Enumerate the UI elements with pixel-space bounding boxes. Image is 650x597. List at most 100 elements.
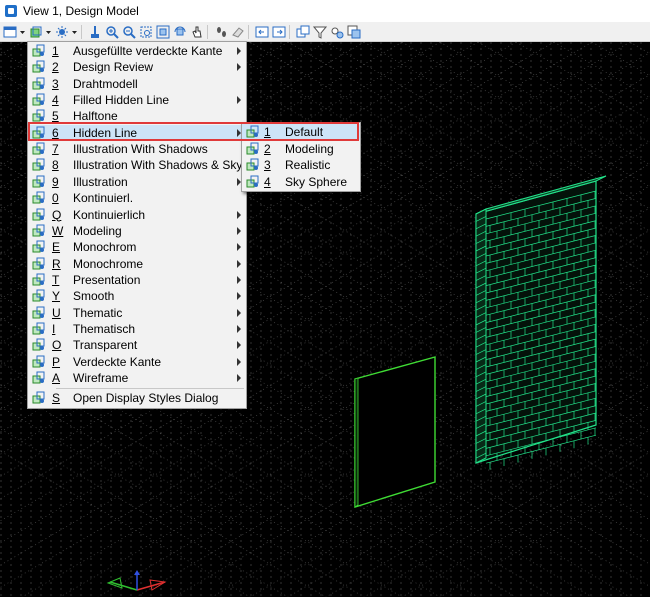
menu-item-accelerator: R xyxy=(52,256,61,271)
menu-item-accelerator: O xyxy=(52,338,62,353)
display-style-icon xyxy=(246,142,260,156)
menu-item-label: Ausgefüllte verdeckte Kante xyxy=(73,44,223,58)
pan-icon[interactable] xyxy=(189,25,204,39)
camera-icon[interactable] xyxy=(329,25,344,39)
presentation-icon[interactable] xyxy=(346,25,361,39)
menu-item-ausgef-llte-verdeckte-kante[interactable]: 1 Ausgefüllte verdeckte Kante xyxy=(28,43,246,59)
menu-item-kontinuierl[interactable]: 0 Kontinuierl. xyxy=(28,190,246,206)
display-style-icon xyxy=(32,273,46,287)
rotate-view-icon[interactable] xyxy=(172,25,187,39)
menu-item-label: Presentation xyxy=(73,272,141,287)
menu-item-accelerator: 4 xyxy=(52,93,59,108)
menu-item-thematisch[interactable]: I Thematisch xyxy=(28,321,246,337)
menu-item-label: Realistic xyxy=(285,158,331,172)
submenu-item-realistic[interactable]: 3 Realistic xyxy=(242,157,360,173)
copy-view-icon[interactable] xyxy=(295,25,310,39)
menu-item-label: Kontinuierl. xyxy=(73,191,134,206)
menu-item-accelerator: 2 xyxy=(264,141,271,156)
submenu-item-default[interactable]: 1 Default xyxy=(242,124,360,140)
update-icon[interactable] xyxy=(87,25,102,39)
display-style-icon xyxy=(32,93,46,107)
menu-item-label: Modeling xyxy=(285,141,334,156)
menu-item-label: Open Display Styles Dialog xyxy=(73,391,219,405)
dropdown-icon[interactable] xyxy=(19,25,26,39)
menu-item-thematic[interactable]: U Thematic xyxy=(28,305,246,321)
menu-item-accelerator: P xyxy=(52,354,61,369)
open-display-styles-dialog-item[interactable]: S Open Display Styles Dialog xyxy=(28,390,246,406)
submenu-arrow-icon xyxy=(237,243,241,252)
submenu-arrow-icon xyxy=(237,324,241,333)
menu-item-kontinuierlich[interactable]: Q Kontinuierlich xyxy=(28,207,246,223)
menu-item-label: Hidden Line xyxy=(73,125,138,140)
submenu-arrow-icon xyxy=(237,292,241,301)
display-style-icon xyxy=(32,60,46,74)
menu-item-transparent[interactable]: O Transparent xyxy=(28,337,246,353)
menu-item-accelerator: U xyxy=(52,305,61,320)
menu-item-illustration[interactable]: 9 Illustration xyxy=(28,174,246,190)
menu-item-label: Illustration With Shadows xyxy=(73,142,208,157)
menu-item-accelerator: 4 xyxy=(264,174,271,189)
menu-item-accelerator: I xyxy=(52,321,56,336)
display-style-icon xyxy=(32,109,46,123)
menu-item-monochrom[interactable]: E Monochrom xyxy=(28,239,246,255)
display-style-icon xyxy=(32,391,46,405)
submenu-arrow-icon xyxy=(237,357,241,366)
menu-item-label: Design Review xyxy=(73,60,154,75)
view-next-icon[interactable] xyxy=(271,25,286,39)
window-area-icon[interactable] xyxy=(138,25,153,39)
submenu-item-sky-sphere[interactable]: 4 Sky Sphere xyxy=(242,174,360,190)
hidden-line-submenu: 1 Default 2 Modeling 3 Realistic 4 Sky Sphere xyxy=(241,122,361,192)
menu-item-wireframe[interactable]: A Wireframe xyxy=(28,370,246,386)
menu-item-design-review[interactable]: 2 Design Review xyxy=(28,59,246,75)
zoom-out-icon[interactable] xyxy=(121,25,136,39)
view-toolbar xyxy=(0,22,650,42)
display-style-icon xyxy=(32,44,46,58)
menu-item-modeling[interactable]: W Modeling xyxy=(28,223,246,239)
menu-item-label: Wireframe xyxy=(73,371,129,385)
menu-item-illustration-with-shadows-sky[interactable]: 8 Illustration With Shadows & Sky xyxy=(28,157,246,173)
display-style-menu: 1 Ausgefüllte verdeckte Kante 2 Design Revi… xyxy=(27,41,247,409)
menu-item-filled-hidden-line[interactable]: 4 Filled Hidden Line xyxy=(28,92,246,108)
submenu-arrow-icon xyxy=(237,63,241,72)
menu-item-label: Thematisch xyxy=(73,321,136,336)
menu-item-presentation[interactable]: T Presentation xyxy=(28,272,246,288)
menu-separator xyxy=(56,388,244,389)
menu-item-label: Sky Sphere xyxy=(285,174,348,189)
display-style-icon xyxy=(32,77,46,91)
menu-item-label: Drahtmodell xyxy=(73,76,138,91)
menu-item-drahtmodell[interactable]: 3 Drahtmodell xyxy=(28,76,246,92)
menu-item-hidden-line[interactable]: 6 Hidden Line xyxy=(28,124,246,141)
display-style-icon xyxy=(32,191,46,205)
dropdown-icon[interactable] xyxy=(71,25,78,39)
menu-item-verdeckte-kante[interactable]: P Verdeckte Kante xyxy=(28,354,246,370)
menu-item-label: Thematic xyxy=(73,305,123,320)
display-style-icon xyxy=(32,322,46,336)
clip-volume-icon[interactable] xyxy=(312,25,327,39)
menu-item-label: Monochrom xyxy=(73,240,137,255)
menu-item-label: Filled Hidden Line xyxy=(73,93,170,108)
view-attributes-icon[interactable] xyxy=(2,25,17,39)
toolbar-divider xyxy=(207,24,208,39)
menu-item-smooth[interactable]: Y Smooth xyxy=(28,288,246,304)
view-previous-icon[interactable] xyxy=(254,25,269,39)
zoom-in-icon[interactable] xyxy=(104,25,119,39)
dropdown-icon[interactable] xyxy=(45,25,52,39)
menu-item-illustration-with-shadows[interactable]: 7 Illustration With Shadows xyxy=(28,141,246,157)
light-icon[interactable] xyxy=(54,25,69,39)
menu-item-label: Modeling xyxy=(73,223,122,238)
menu-item-label: Illustration xyxy=(73,174,128,189)
display-style-icon xyxy=(32,224,46,238)
eraser-icon[interactable] xyxy=(230,25,245,39)
toolbar-divider xyxy=(248,24,249,39)
submenu-item-modeling[interactable]: 2 Modeling xyxy=(242,141,360,157)
walk-icon[interactable] xyxy=(213,25,228,39)
menu-item-halftone[interactable]: 5 Halftone xyxy=(28,108,246,124)
display-style-icon[interactable] xyxy=(28,25,43,39)
submenu-arrow-icon xyxy=(237,96,241,105)
menu-item-label: Kontinuierlich xyxy=(73,207,146,222)
submenu-arrow-icon xyxy=(237,47,241,55)
submenu-arrow-icon xyxy=(237,259,241,268)
display-style-icon xyxy=(32,126,46,140)
fit-view-icon[interactable] xyxy=(155,25,170,39)
menu-item-monochrome[interactable]: R Monochrome xyxy=(28,256,246,272)
